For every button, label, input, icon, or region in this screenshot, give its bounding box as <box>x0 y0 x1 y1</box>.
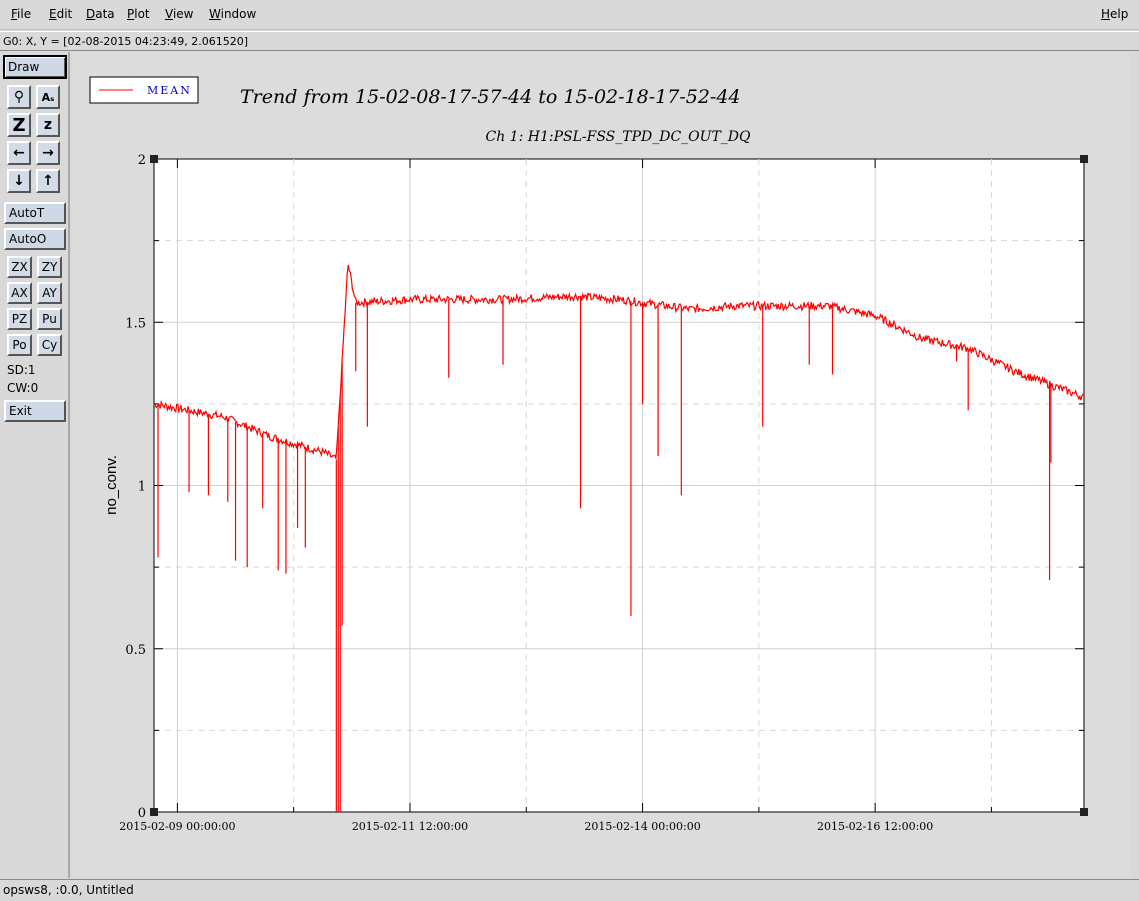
arrow-down-icon[interactable]: ↓ <box>7 169 31 193</box>
zoom-out-icon[interactable]: z <box>36 113 60 137</box>
zy-button[interactable]: ZY <box>37 256 62 278</box>
x-tick-label: 2015-02-14 00:00:00 <box>584 820 700 833</box>
tool-panel: Draw ⚲ Aₛ Z z ← → ↓ ↑ AutoT AutoO ZX ZY … <box>0 52 70 878</box>
y-tick-label: 0 <box>138 806 146 821</box>
menu-data-mnemonic: D <box>86 7 96 21</box>
magnifier-icon[interactable]: ⚲ <box>7 85 31 109</box>
y-tick-label: 1 <box>138 480 146 495</box>
legend: MEAN <box>89 76 199 104</box>
text-style-icon[interactable]: Aₛ <box>36 85 60 109</box>
cw-label: CW:0 <box>7 381 39 395</box>
menu-window-label: indow <box>220 7 257 21</box>
x-tick-label: 2015-02-11 12:00:00 <box>352 820 468 833</box>
arrow-up-icon[interactable]: ↑ <box>36 169 60 193</box>
menu-edit[interactable]: Edit <box>49 7 72 21</box>
corner-handle-bottom-right[interactable] <box>1080 808 1088 816</box>
draw-button[interactable]: Draw <box>3 55 67 79</box>
menu-plot[interactable]: Plot <box>127 7 150 21</box>
chart-title: Trend from 15-02-08-17-57-44 to 15-02-18… <box>240 86 741 108</box>
menu-window[interactable]: Window <box>209 7 256 21</box>
auto-t-button[interactable]: AutoT <box>4 202 66 224</box>
menu-help[interactable]: Help <box>1101 7 1128 21</box>
menu-file[interactable]: File <box>11 7 31 21</box>
canvas-border <box>1130 52 1139 878</box>
ay-button[interactable]: AY <box>37 282 62 304</box>
trend-chart[interactable]: MEAN Trend from 15-02-08-17-57-44 to 15-… <box>72 52 1130 878</box>
arrow-left-icon[interactable]: ← <box>7 141 31 165</box>
menu-help-label: elp <box>1110 7 1129 21</box>
menu-view-mnemonic: V <box>165 7 173 21</box>
menu-data[interactable]: Data <box>86 7 115 21</box>
legend-entry: MEAN <box>147 84 192 97</box>
plot-canvas[interactable]: MEAN Trend from 15-02-08-17-57-44 to 15-… <box>72 52 1139 878</box>
arrow-right-icon[interactable]: → <box>36 141 60 165</box>
menu-window-mnemonic: W <box>209 7 221 21</box>
zx-button[interactable]: ZX <box>7 256 32 278</box>
corner-handle-top-left[interactable] <box>150 155 158 163</box>
menu-edit-mnemonic: E <box>49 7 57 21</box>
coordinate-readout: G0: X, Y = [02-08-2015 04:23:49, 2.06152… <box>3 35 249 48</box>
y-tick-label: 2 <box>138 153 146 168</box>
menu-file-label: ile <box>17 7 32 21</box>
y-axis-label: no_conv. <box>103 455 120 515</box>
sd-label: SD:1 <box>7 363 36 377</box>
cy-button[interactable]: Cy <box>37 334 62 356</box>
pu-button[interactable]: Pu <box>37 308 62 330</box>
corner-handle-bottom-left[interactable] <box>150 808 158 816</box>
menu-help-mnemonic: H <box>1101 7 1111 21</box>
ax-button[interactable]: AX <box>7 282 32 304</box>
pz-button[interactable]: PZ <box>7 308 32 330</box>
exit-button[interactable]: Exit <box>4 400 66 422</box>
status-text: opsws8, :0.0, Untitled <box>3 883 134 897</box>
auto-o-button[interactable]: AutoO <box>4 228 66 250</box>
menu-plot-label: lot <box>134 7 150 21</box>
y-tick-label: 1.5 <box>125 316 146 331</box>
y-tick-label: 0.5 <box>125 643 146 658</box>
zoom-in-icon[interactable]: Z <box>7 113 31 137</box>
menu-data-label: ata <box>95 7 115 21</box>
corner-handle-top-right[interactable] <box>1080 155 1088 163</box>
status-bar: opsws8, :0.0, Untitled <box>0 879 1139 901</box>
chart-subtitle: Ch 1: H1:PSL-FSS_TPD_DC_OUT_DQ <box>485 129 751 145</box>
menu-edit-label: dit <box>56 7 73 21</box>
po-button[interactable]: Po <box>7 334 32 356</box>
menu-view[interactable]: View <box>165 7 193 21</box>
coordinate-readout-bar: G0: X, Y = [02-08-2015 04:23:49, 2.06152… <box>0 31 1139 51</box>
menu-view-label: iew <box>172 7 194 21</box>
x-tick-label: 2015-02-16 12:00:00 <box>817 820 933 833</box>
menu-bar: File Edit Data Plot View Window Help <box>0 0 1139 30</box>
x-tick-label: 2015-02-09 00:00:00 <box>119 820 235 833</box>
